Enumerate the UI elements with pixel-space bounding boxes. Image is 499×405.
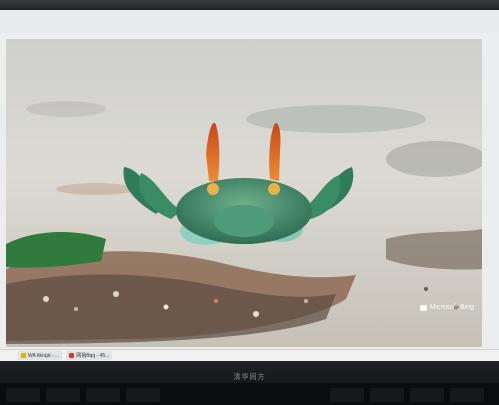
keyboard-key <box>450 388 484 402</box>
taskbar-item-app[interactable]: 网易Bqq - 45... <box>66 351 113 360</box>
bing-watermark: Microsoft Bing <box>419 304 474 311</box>
taskbar-item-folder[interactable]: WA tikrupt - ... <box>18 351 63 360</box>
taskbar-item-label: 网易Bqq - 45... <box>76 353 110 359</box>
taskbar-item-label: WA tikrupt - ... <box>28 352 60 359</box>
keyboard-key <box>86 388 120 402</box>
folder-icon <box>21 353 26 358</box>
keyboard-key <box>370 388 404 402</box>
bing-logo-icon <box>419 304 427 311</box>
monitor-screen: Microsoft Bing <box>0 10 499 353</box>
desktop-top-area <box>0 10 499 34</box>
keyboard-key <box>330 388 364 402</box>
taskbar: WA tikrupt - ... 网易Bqq - 45... <box>0 349 499 361</box>
keyboard-key <box>6 388 40 402</box>
watermark-label: Microsoft Bing <box>429 304 474 311</box>
crab-on-beach-photo <box>6 39 482 347</box>
app-icon <box>69 353 75 358</box>
keyboard-key <box>126 388 160 402</box>
keyboard-key <box>410 388 444 402</box>
desktop-wallpaper: Microsoft Bing <box>6 39 482 347</box>
keyboard-key <box>46 388 80 402</box>
monitor-brand-logo: 清华同方 <box>233 374 266 381</box>
